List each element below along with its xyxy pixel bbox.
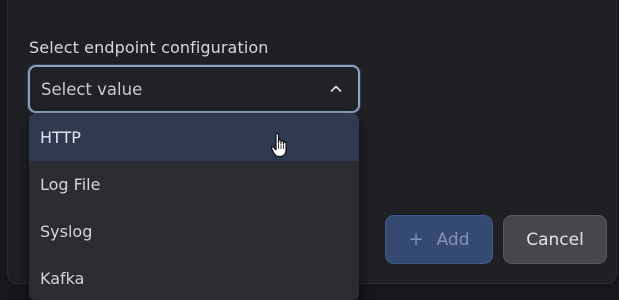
option-label: HTTP (40, 128, 81, 147)
option-label: Kafka (40, 269, 85, 288)
dropdown-menu: HTTP Log File Syslog Kafka (29, 114, 359, 300)
add-button-label: Add (436, 229, 470, 250)
add-button[interactable]: + Add (385, 215, 493, 264)
cancel-button-label: Cancel (526, 229, 584, 250)
option-label: Log File (40, 175, 101, 194)
endpoint-config-label: Select endpoint configuration (29, 38, 269, 57)
cancel-button[interactable]: Cancel (503, 215, 607, 264)
hand-pointer-icon (270, 132, 287, 158)
option-kafka[interactable]: Kafka (29, 255, 359, 300)
plus-icon: + (408, 228, 424, 250)
select-placeholder: Select value (41, 80, 143, 99)
option-http[interactable]: HTTP (29, 114, 359, 161)
option-label: Syslog (40, 222, 93, 241)
endpoint-config-select[interactable]: Select value (28, 65, 360, 113)
chevron-up-icon[interactable] (328, 81, 344, 97)
option-log-file[interactable]: Log File (29, 161, 359, 208)
option-syslog[interactable]: Syslog (29, 208, 359, 255)
